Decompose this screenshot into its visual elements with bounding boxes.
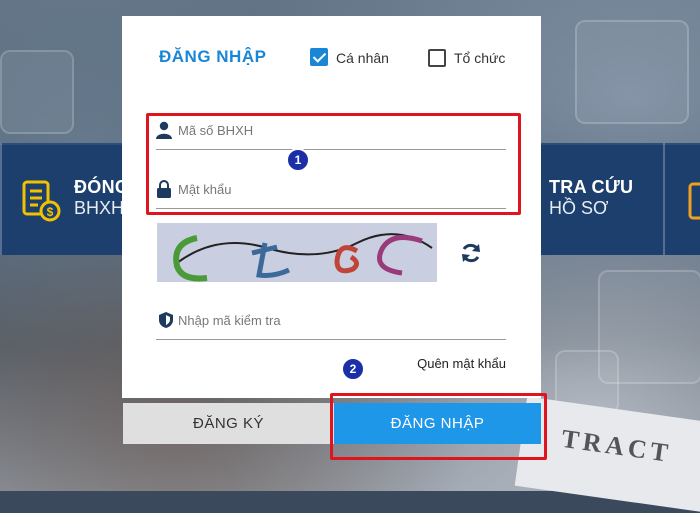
band-item-title: ĐÓNG xyxy=(74,177,130,197)
highlight-login-button xyxy=(330,393,547,460)
captcha-input[interactable] xyxy=(178,309,498,331)
band-divider xyxy=(0,143,2,255)
folder-icon xyxy=(688,182,700,220)
bg-tile xyxy=(575,20,689,124)
band-item-tra-cuu[interactable]: TRA CỨU HỒ SƠ xyxy=(549,177,633,218)
svg-text:$: $ xyxy=(47,205,54,219)
captcha-drawing xyxy=(173,233,433,282)
band-item-title: TRA CỨU xyxy=(549,177,634,197)
forgot-password-link[interactable]: Quên mật khẩu xyxy=(417,356,506,371)
shield-icon xyxy=(159,312,173,328)
checkbox-ca-nhan[interactable] xyxy=(310,48,328,66)
bill-icon: $ xyxy=(22,180,61,222)
step-badge: 1 xyxy=(286,148,310,172)
captcha-image xyxy=(157,223,437,282)
band-item-dong-bhxh[interactable]: ĐÓNG BHXH xyxy=(74,177,129,218)
highlight-credentials xyxy=(146,113,521,215)
register-button[interactable]: ĐĂNG KÝ xyxy=(123,403,334,444)
login-title: ĐĂNG NHẬP xyxy=(159,47,267,66)
refresh-icon[interactable] xyxy=(460,242,482,264)
contract-text: TRACT xyxy=(559,423,674,469)
band-divider xyxy=(663,143,665,255)
bg-tile xyxy=(0,50,74,134)
captcha-field xyxy=(156,309,506,340)
step-badge: 2 xyxy=(341,357,365,381)
band-item-subtitle: HỒ SƠ xyxy=(549,197,609,218)
checkbox-to-chuc[interactable] xyxy=(428,49,446,67)
checkbox-label[interactable]: Tổ chức xyxy=(454,50,505,66)
checkbox-label[interactable]: Cá nhân xyxy=(336,50,389,66)
band-item-subtitle: BHXH xyxy=(74,197,125,218)
